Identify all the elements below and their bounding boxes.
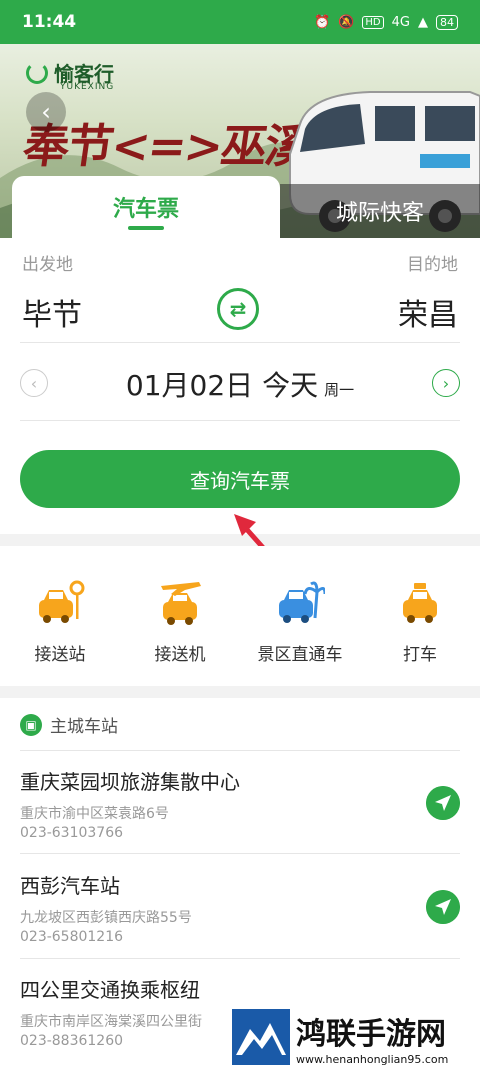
- station-address: 九龙坡区西彭镇西庆路55号: [20, 910, 192, 926]
- watermark-logo-icon: [232, 1009, 290, 1065]
- taxi-icon: [403, 583, 437, 623]
- date-display[interactable]: 01月02日 今天 周一: [20, 364, 460, 404]
- service-pickup-airport[interactable]: 接送机: [120, 546, 240, 686]
- service-label: 接送站: [34, 645, 86, 665]
- to-label: 目的地: [407, 255, 458, 275]
- swap-cities-icon[interactable]: ⇄: [217, 288, 259, 330]
- divider: [20, 853, 460, 854]
- site-watermark: 鸿联手游网 www.henanhonglian95.com: [230, 1007, 480, 1067]
- status-icons: ⏰ 🔕 HD 4G ▲ 84: [314, 14, 458, 30]
- navigate-icon[interactable]: [426, 786, 460, 820]
- station-name: 四公里交通换乘枢纽: [20, 978, 200, 1002]
- divider: [20, 958, 460, 959]
- query-bus-ticket-button[interactable]: 查询汽车票: [20, 450, 460, 508]
- station-phone: 023-63103766: [20, 825, 124, 841]
- hd-icon: HD: [362, 15, 384, 29]
- station-item[interactable]: 重庆菜园坝旅游集散中心 重庆市渝中区菜袁路6号 023-63103766: [20, 766, 460, 841]
- pickup-airport-car-icon: [161, 582, 201, 625]
- brand-sub: YUKEXING: [60, 82, 115, 92]
- tab-bus-ticket-label: 汽车票: [112, 197, 179, 222]
- status-bar: 11:44 ⏰ 🔕 HD 4G ▲ 84: [0, 0, 480, 44]
- brand-logo-icon: [26, 61, 48, 84]
- weekday-text: 周一: [324, 381, 355, 399]
- watermark-url: www.henanhonglian95.com: [296, 1052, 449, 1066]
- station-address: 重庆市渝中区菜袁路6号: [20, 806, 169, 822]
- divider: [20, 342, 460, 343]
- service-pickup-station[interactable]: 接送站: [0, 546, 120, 686]
- signal-icon: 4G: [391, 14, 410, 30]
- next-day-icon[interactable]: ›: [432, 369, 460, 397]
- station-name: 西彭汽车站: [20, 874, 120, 898]
- tab-intercity-express-label: 城际快客: [335, 201, 424, 226]
- scenic-bus-icon: [279, 581, 325, 623]
- stations-title: 主城车站: [50, 717, 118, 737]
- status-time: 11:44: [22, 12, 77, 32]
- service-scenic-bus[interactable]: 景区直通车: [240, 546, 360, 686]
- service-grid: 接送站 接送机 景区直通车 打车: [0, 546, 480, 686]
- ticket-tabs: 汽车票 城际快客: [0, 176, 480, 238]
- from-label: 出发地: [22, 255, 73, 275]
- to-city[interactable]: 荣昌: [398, 290, 458, 334]
- service-label: 接送机: [154, 645, 206, 665]
- tab-bus-ticket[interactable]: 汽车票: [12, 176, 280, 238]
- service-taxi[interactable]: 打车: [360, 546, 480, 686]
- date-text: 01月02日 今天: [125, 369, 319, 402]
- divider: [20, 420, 460, 421]
- tab-active-indicator: [128, 226, 164, 230]
- alarm-icon: ⏰: [314, 14, 331, 30]
- station-item[interactable]: 西彭汽车站 九龙坡区西彭镇西庆路55号 023-65801216: [20, 870, 460, 945]
- battery-icon: 84: [436, 14, 458, 30]
- station-name: 重庆菜园坝旅游集散中心: [20, 770, 240, 794]
- back-button[interactable]: ‹: [26, 92, 66, 132]
- tab-intercity-express[interactable]: 城际快客: [280, 184, 480, 238]
- service-label: 景区直通车: [257, 645, 343, 665]
- divider: [20, 750, 460, 751]
- service-label: 打车: [403, 645, 437, 665]
- bus-icon: ▣: [20, 713, 42, 736]
- date-selector: ‹ 01月02日 今天 周一 ›: [20, 356, 460, 412]
- wifi-icon: ▲: [418, 14, 428, 30]
- navigate-icon[interactable]: [426, 890, 460, 924]
- watermark-title: 鸿联手游网: [296, 1016, 446, 1052]
- from-city[interactable]: 毕节: [22, 290, 82, 334]
- watermark-text: 鸿联手游网 www.henanhonglian95.com: [296, 1009, 448, 1066]
- station-phone: 023-65801216: [20, 929, 124, 945]
- stations-header: ▣ 主城车站: [20, 712, 118, 737]
- pickup-station-car-icon: [39, 580, 85, 623]
- search-card: 出发地 目的地 毕节 ⇄ 荣昌 ‹ 01月02日 今天 周一 › 查询汽车票: [0, 238, 480, 534]
- mute-icon: 🔕: [338, 14, 355, 30]
- brand-logo: 愉客行 YUKEXING: [26, 58, 114, 92]
